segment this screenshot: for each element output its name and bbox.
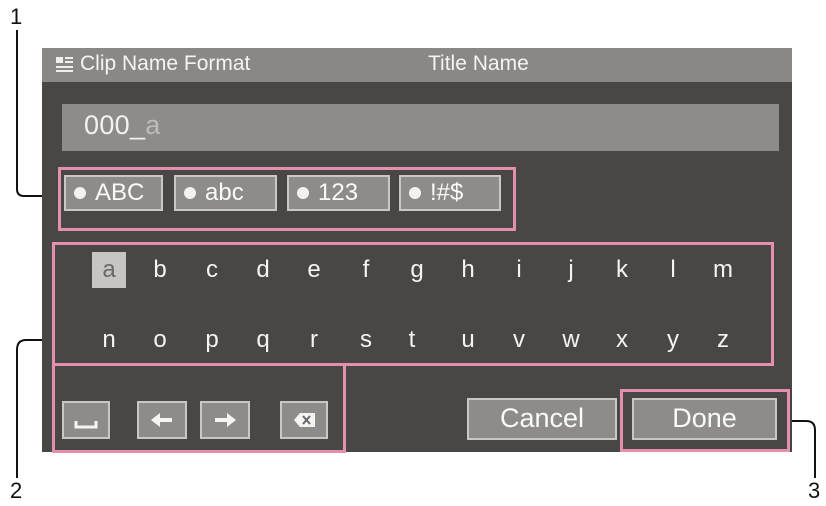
mode-indicator-dot [74,187,86,199]
title-name-text: 000_ [84,110,146,140]
key-s[interactable]: s [349,322,383,358]
key-u[interactable]: u [451,322,485,358]
arrow-left-icon [151,413,172,427]
key-j[interactable]: j [554,252,588,288]
key-c[interactable]: c [195,252,229,288]
cancel-button[interactable]: Cancel [467,398,617,440]
key-m[interactable]: m [706,252,740,288]
mode-button-uppercase[interactable]: ABC [64,175,163,211]
input-cursor-char: a [145,110,161,140]
key-x[interactable]: x [605,322,639,358]
key-w[interactable]: w [554,322,588,358]
key-h[interactable]: h [451,252,485,288]
key-n[interactable]: n [92,322,126,358]
backspace-button[interactable] [280,401,328,439]
mode-indicator-dot [409,187,421,199]
key-k[interactable]: k [605,252,639,288]
space-button[interactable] [62,401,110,439]
key-d[interactable]: d [246,252,280,288]
mode-button-symbols[interactable]: !#$ [399,175,501,211]
key-v[interactable]: v [502,322,536,358]
key-r[interactable]: r [297,322,331,358]
backspace-icon [294,413,315,427]
cursor-right-button[interactable] [200,401,250,439]
key-p[interactable]: p [195,322,229,358]
mode-button-label: 123 [318,179,359,206]
menu-name-label: Clip Name Format [80,52,251,75]
space-bar-icon [74,421,98,429]
key-i[interactable]: i [502,252,536,288]
key-t[interactable]: t [395,322,429,358]
key-l[interactable]: l [656,252,690,288]
dialog-title: Title Name [428,52,529,75]
cursor-left-button[interactable] [137,401,187,439]
mode-indicator-dot [297,187,309,199]
mode-button-lowercase[interactable]: abc [174,175,277,211]
mode-button-label: abc [205,179,244,206]
mode-button-numbers[interactable]: 123 [287,175,390,211]
key-a[interactable]: a [92,252,126,288]
callout-number-2: 2 [10,478,23,503]
key-b[interactable]: b [143,252,177,288]
dialog-titlebar: Clip Name Format Title Name [42,48,792,82]
title-name-dialog: Clip Name Format Title Name 000_a ABC ab… [42,48,792,452]
key-q[interactable]: q [246,322,280,358]
key-y[interactable]: y [656,322,690,358]
mode-button-label: ABC [95,179,145,206]
mode-indicator-dot [184,187,196,199]
title-name-value: 000_a [84,110,161,141]
callout-number-3: 3 [808,478,821,503]
key-f[interactable]: f [349,252,383,288]
key-g[interactable]: g [400,252,434,288]
done-button[interactable]: Done [632,398,777,440]
key-o[interactable]: o [143,322,177,358]
callout-number-1: 1 [10,4,23,29]
mode-button-label: !#$ [430,179,464,206]
menu-icon [56,57,73,72]
title-name-input[interactable]: 000_a [62,104,779,151]
key-e[interactable]: e [297,252,331,288]
arrow-right-icon [215,413,236,427]
key-z[interactable]: z [706,322,740,358]
